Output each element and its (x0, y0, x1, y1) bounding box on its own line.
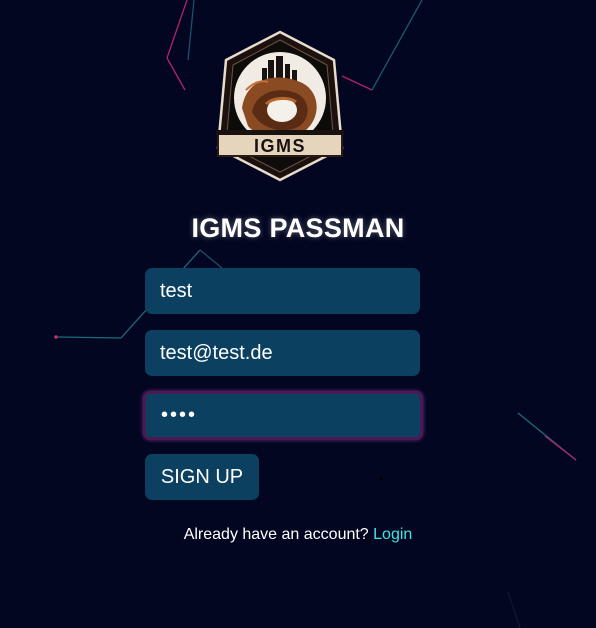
login-link[interactable]: Login (373, 526, 412, 543)
page-title: IGMS PASSMAN (191, 213, 405, 243)
username-field[interactable] (145, 268, 420, 314)
igms-logo: IGMS (216, 30, 344, 182)
login-prompt-text: Already have an account? (183, 526, 369, 543)
logo-text: IGMS (254, 136, 306, 156)
email-field[interactable] (145, 330, 420, 376)
password-field[interactable] (143, 391, 423, 440)
signup-screen: IGMS IGMS PASSMAN SIGN UP Already have a… (0, 0, 596, 628)
sign-up-button[interactable]: SIGN UP (145, 454, 259, 500)
login-prompt: Already have an account? Login (0, 526, 596, 544)
